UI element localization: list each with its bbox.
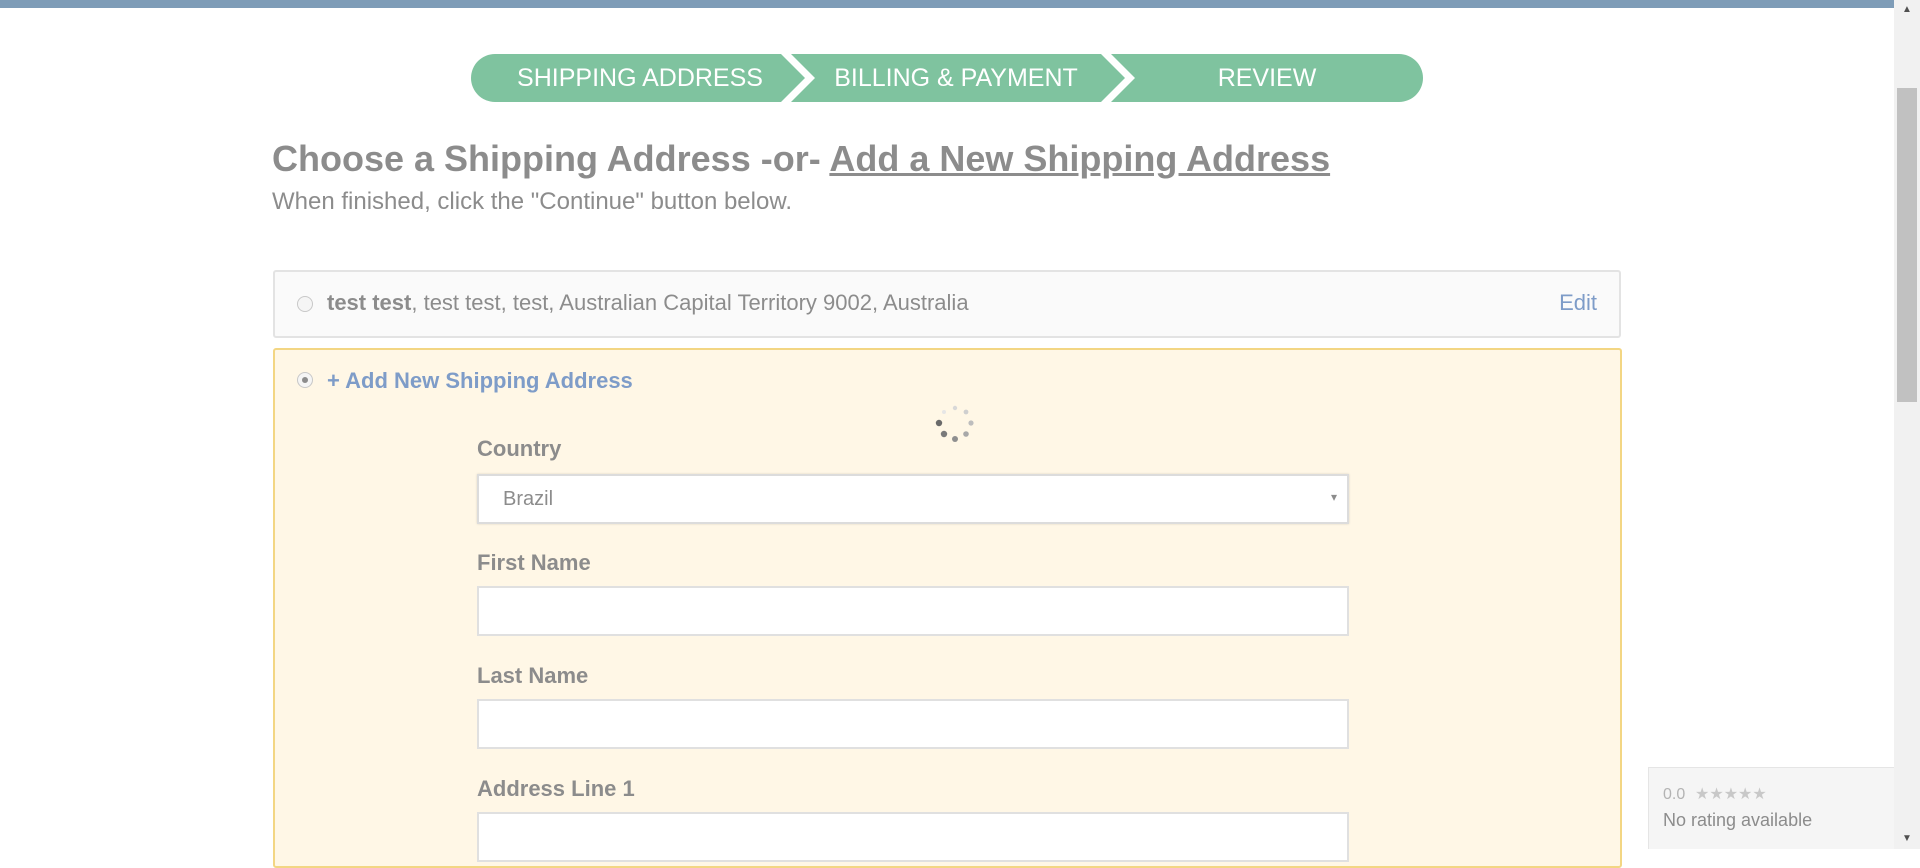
rating-score: 0.0 (1663, 786, 1686, 803)
top-accent-bar (0, 0, 1894, 8)
existing-address-details: , test test, test, Australian Capital Te… (411, 290, 969, 315)
scrollbar-thumb[interactable] (1897, 88, 1917, 402)
existing-address-radio[interactable] (297, 296, 313, 312)
step-billing-label: BILLING & PAYMENT (834, 64, 1078, 92)
country-label: Country (477, 436, 562, 461)
rating-badge[interactable]: 0.0 ★★★★★ No rating available (1648, 767, 1894, 849)
last-name-label: Last Name (477, 663, 589, 688)
scroll-down-arrow-icon[interactable]: ▼ (1894, 829, 1920, 849)
vertical-scrollbar[interactable]: ▲ ▼ (1894, 0, 1920, 849)
last-name-field[interactable] (477, 699, 1349, 749)
page-title-prefix: Choose a Shipping Address -or- (272, 138, 830, 179)
loading-spinner-icon (935, 405, 974, 442)
star-rating-icon: ★★★★★ (1695, 786, 1767, 803)
page-instructions: When finished, click the "Continue" butt… (272, 188, 793, 215)
add-new-address-link[interactable]: Add a New Shipping Address (829, 138, 1330, 179)
new-address-radio[interactable] (297, 372, 313, 388)
existing-address-text: test test, test test, test, Australian C… (327, 290, 969, 316)
step-review-label: REVIEW (1217, 64, 1317, 92)
first-name-field[interactable] (477, 586, 1349, 636)
address-line-1-field[interactable] (477, 812, 1349, 862)
chevron-down-icon: ▾ (1330, 490, 1337, 504)
existing-address-name: test test (327, 290, 412, 315)
checkout-progress-steps: SHIPPING ADDRESS BILLING & PAYMENT REVIE… (471, 54, 1423, 102)
edit-address-link[interactable]: Edit (1559, 290, 1597, 316)
first-name-label: First Name (477, 550, 591, 575)
country-select[interactable]: Brazil ▾ (477, 474, 1349, 524)
page-title: Choose a Shipping Address -or- Add a New… (272, 138, 1330, 180)
new-address-card: + Add New Shipping Address Country Brazi… (273, 348, 1622, 868)
rating-status-text: No rating available (1663, 810, 1813, 830)
scroll-up-arrow-icon[interactable]: ▲ (1894, 0, 1920, 20)
existing-address-card[interactable]: test test, test test, test, Australian C… (273, 270, 1621, 338)
new-address-title[interactable]: + Add New Shipping Address (327, 368, 633, 394)
address-line-1-label: Address Line 1 (477, 776, 635, 801)
step-shipping-label: SHIPPING ADDRESS (517, 64, 763, 92)
country-select-value: Brazil (503, 488, 554, 510)
